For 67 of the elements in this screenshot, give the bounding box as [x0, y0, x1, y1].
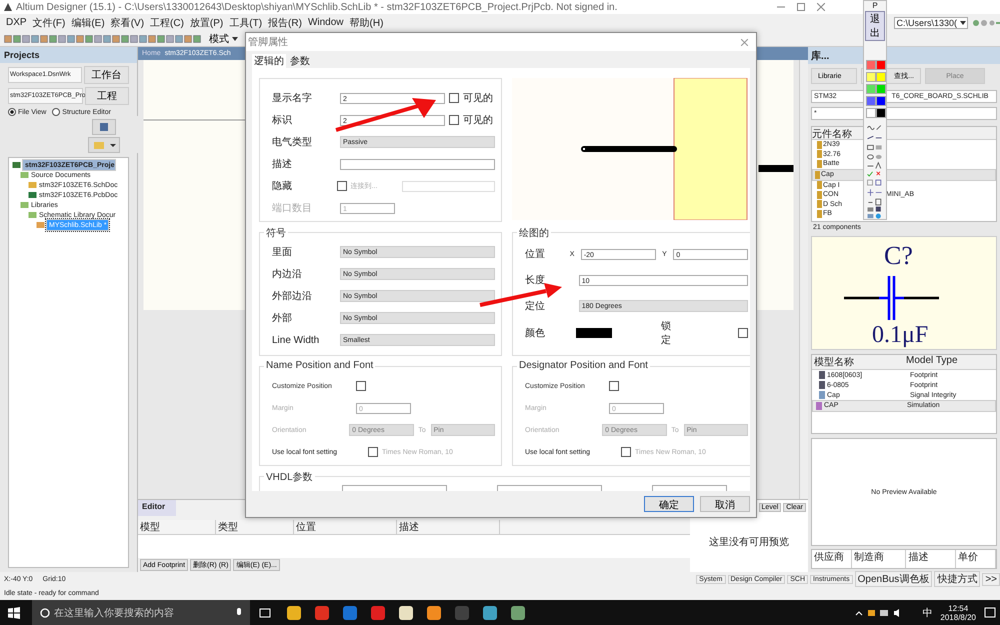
path-dropdown[interactable]: C:\Users\1330(: [894, 16, 968, 28]
panel-tab[interactable]: 快捷方式: [934, 571, 980, 587]
field-label: 长度: [525, 274, 546, 287]
input-method-indicator[interactable]: 中: [922, 606, 932, 620]
panel-title: Projects: [0, 47, 137, 63]
search-field[interactable]: 在这里输入你要搜索的内容: [32, 600, 250, 625]
group-title: Name Position and Font: [264, 360, 376, 371]
panel-tab[interactable]: OpenBus调色板: [854, 571, 932, 587]
project-button[interactable]: 工程: [84, 87, 129, 105]
group-title: Designator Position and Font: [517, 360, 650, 371]
field-label: 颜色: [525, 326, 546, 340]
menu-item[interactable]: DXP: [4, 17, 29, 28]
field-label: 电气类型: [272, 136, 313, 149]
menu-item[interactable]: 编辑(E): [69, 16, 107, 30]
workspace-button[interactable]: 工作台: [84, 66, 129, 84]
column-header[interactable]: 模型名称: [812, 355, 904, 369]
group-title: VHDL参数: [264, 470, 315, 484]
window-title: Altium Designer (15.1) - C:\Users\1330012643\Desktop\shiyan\MYSchlib.SchLib * - stm32F103ZET6PCB_Project.PrjPcb. Not signed in.: [16, 2, 618, 12]
field-label: 锁定: [661, 320, 672, 347]
group-title: 符号: [264, 226, 288, 240]
palette-letter: P: [872, 1, 878, 10]
preview-message: 这里没有可用预览: [709, 536, 789, 549]
field-label: 显示名字: [272, 92, 313, 105]
checkbox-label: 可见的: [463, 114, 493, 127]
field-label: 里面: [272, 246, 293, 259]
exit-button[interactable]: 退出: [865, 11, 885, 41]
mode-button[interactable]: 模式: [206, 32, 241, 46]
column-header[interactable]: Model Type: [904, 355, 996, 369]
dialog-tab[interactable]: 逻辑的: [252, 54, 286, 68]
menu-item[interactable]: 察看(V): [108, 16, 146, 30]
column-header[interactable]: 位置: [294, 520, 397, 534]
field-label: 内边沿: [272, 268, 303, 281]
column-header[interactable]: 描述: [906, 550, 956, 568]
field-label: 外部边沿: [272, 290, 313, 303]
menu-item[interactable]: 报告(R): [266, 16, 304, 30]
field-label: Line Width: [272, 334, 320, 346]
dialog-button[interactable]: 取消: [700, 496, 750, 512]
clock-date: 2018/8/20: [940, 612, 976, 622]
field-label: 描述: [272, 158, 293, 171]
column-header[interactable]: 制造商: [852, 550, 906, 568]
menu-item[interactable]: 工具(T): [227, 16, 264, 30]
field-label: 标识: [272, 114, 293, 127]
clock-time: 12:54: [948, 604, 968, 612]
panel-tab[interactable]: >>: [982, 572, 1000, 586]
menu-item[interactable]: 放置(P): [188, 16, 226, 30]
menu-item[interactable]: 工程(C): [148, 16, 186, 30]
panel-title: 库...: [811, 49, 830, 62]
field-label: 外部: [272, 312, 293, 325]
checkbox-label: 可见的: [463, 92, 493, 105]
column-header[interactable]: 供应商: [812, 550, 852, 568]
field-label: 定位: [525, 300, 546, 313]
column-header[interactable]: 描述: [397, 520, 500, 534]
dialog-title: 管脚属性: [248, 36, 288, 49]
panel-title: Editor: [138, 500, 176, 516]
menu-item[interactable]: Window: [306, 17, 346, 28]
dialog-button[interactable]: 确定: [644, 496, 694, 512]
field-label: 位置: [525, 248, 546, 261]
column-header[interactable]: 模型: [138, 520, 216, 534]
column-header[interactable]: 单价: [956, 550, 996, 568]
group-title: 绘图的: [517, 226, 551, 240]
column-header[interactable]: 类型: [216, 520, 294, 534]
menu-item[interactable]: 帮助(H): [348, 16, 386, 30]
field-label: 隐藏: [272, 180, 293, 193]
capacitor-drawing: C? 0.1μF: [844, 238, 964, 348]
dialog-tab[interactable]: 参数: [288, 54, 312, 68]
menu-item[interactable]: 文件(F): [30, 16, 68, 30]
field-label: 端口数目: [272, 202, 313, 215]
